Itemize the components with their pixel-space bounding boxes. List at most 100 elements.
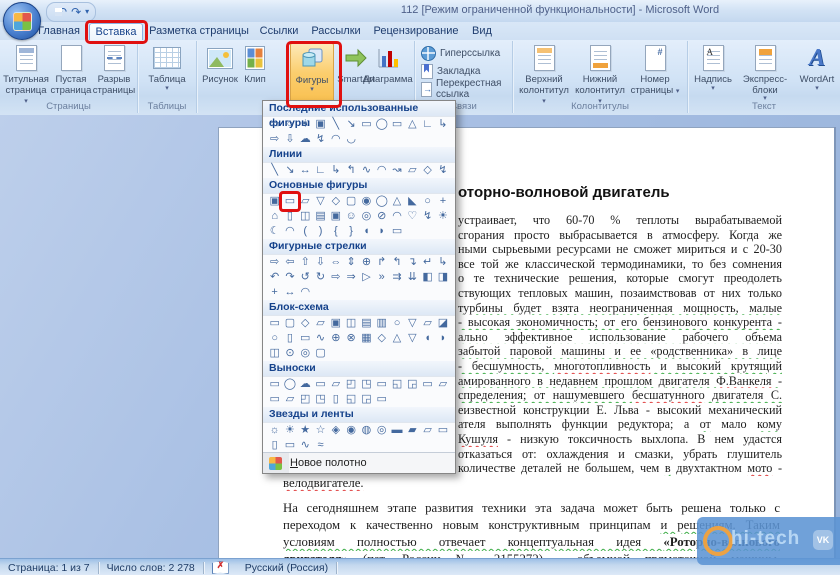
shape-icon[interactable]: ◨ bbox=[435, 270, 450, 285]
header-button[interactable]: Верхний колонтитул ▾ bbox=[517, 43, 571, 107]
shape-icon[interactable]: ▱ bbox=[420, 316, 435, 331]
shape-icon[interactable]: ▭ bbox=[313, 377, 328, 392]
shape-icon[interactable]: ↵ bbox=[420, 255, 435, 270]
shape-icon[interactable]: ╲ bbox=[328, 117, 343, 132]
shape-icon[interactable]: ☀ bbox=[435, 209, 450, 224]
shape-icon[interactable]: + bbox=[435, 194, 450, 209]
shape-icon[interactable]: ▭ bbox=[374, 377, 389, 392]
shape-icon[interactable]: ▱ bbox=[435, 377, 450, 392]
shape-icon[interactable]: ⇨ bbox=[267, 132, 282, 147]
shape-icon[interactable]: ∟ bbox=[420, 117, 435, 132]
language-status[interactable]: Русский (Россия) bbox=[237, 559, 336, 575]
shape-icon[interactable]: ▣ bbox=[328, 316, 343, 331]
chart-button[interactable]: Диаграмма bbox=[363, 43, 413, 86]
shape-icon[interactable]: ◖ bbox=[420, 331, 435, 346]
shape-icon[interactable]: ◠ bbox=[374, 163, 389, 178]
shape-icon[interactable]: ☾ bbox=[267, 224, 282, 239]
shape-icon[interactable]: ⊕ bbox=[359, 255, 374, 270]
shape-icon[interactable]: ◣ bbox=[405, 194, 420, 209]
wordart-button[interactable]: A WordArt ▾ bbox=[796, 43, 838, 92]
shape-icon[interactable]: ▽ bbox=[405, 331, 420, 346]
shape-icon[interactable]: ♡ bbox=[405, 209, 420, 224]
shape-icon[interactable]: ▷ bbox=[359, 270, 374, 285]
shape-icon[interactable]: ▽ bbox=[313, 194, 328, 209]
shape-icon[interactable]: ◎ bbox=[298, 346, 313, 361]
shape-icon[interactable]: ◎ bbox=[359, 209, 374, 224]
shape-icon[interactable]: ⇦ bbox=[282, 255, 297, 270]
shape-icon[interactable]: ◖ bbox=[359, 224, 374, 239]
shape-icon[interactable]: ◉ bbox=[359, 194, 374, 209]
shape-icon[interactable]: ↻ bbox=[313, 270, 328, 285]
shape-icon[interactable]: ⇔ bbox=[328, 255, 343, 270]
page-number-button[interactable]: Номер страницы ▾ bbox=[629, 43, 681, 96]
shape-icon[interactable]: ◫ bbox=[343, 316, 358, 331]
shape-icon[interactable]: ◎ bbox=[374, 423, 389, 438]
shape-icon[interactable]: ↺ bbox=[298, 270, 313, 285]
shape-icon[interactable]: ⊙ bbox=[282, 346, 297, 361]
shape-icon[interactable]: ◠ bbox=[389, 209, 404, 224]
tab-vid[interactable]: Вид bbox=[466, 23, 498, 40]
cross-reference-button[interactable]: Перекрестная ссылка bbox=[421, 81, 512, 97]
shape-icon[interactable]: ◯ bbox=[374, 194, 389, 209]
shape-icon[interactable]: ▭ bbox=[298, 331, 313, 346]
shape-icon[interactable]: ▥ bbox=[374, 316, 389, 331]
shape-icon[interactable]: ☀ bbox=[282, 423, 297, 438]
shape-icon[interactable]: ⇩ bbox=[282, 132, 297, 147]
shape-icon[interactable]: △ bbox=[389, 194, 404, 209]
hyperlink-button[interactable]: Гиперссылка bbox=[421, 45, 500, 61]
redo-button[interactable]: ↷ bbox=[71, 6, 81, 18]
shape-icon[interactable]: ◰ bbox=[298, 392, 313, 407]
shape-icon[interactable]: ▭ bbox=[267, 316, 282, 331]
shape-icon[interactable]: ◇ bbox=[298, 316, 313, 331]
shape-icon[interactable]: ▭ bbox=[374, 392, 389, 407]
tab-rassylki[interactable]: Рассылки bbox=[307, 23, 365, 40]
shape-icon[interactable]: ◲ bbox=[359, 392, 374, 407]
shape-icon[interactable]: » bbox=[374, 270, 389, 285]
shapes-button[interactable]: Фигуры ▾ bbox=[290, 43, 334, 103]
cover-page-button[interactable]: Титульная страница ▾ bbox=[4, 43, 48, 107]
footer-button[interactable]: Нижний колонтитул ▾ bbox=[573, 43, 627, 107]
shape-icon[interactable]: ▱ bbox=[420, 423, 435, 438]
shape-icon[interactable]: ◱ bbox=[389, 377, 404, 392]
shape-icon[interactable]: ⇉ bbox=[389, 270, 404, 285]
shape-icon[interactable]: ▭ bbox=[420, 377, 435, 392]
shape-icon[interactable]: ↳ bbox=[435, 255, 450, 270]
shape-icon[interactable]: ↔ bbox=[298, 163, 313, 178]
shape-icon[interactable]: ☁ bbox=[298, 132, 313, 147]
shape-icon[interactable]: ▱ bbox=[405, 163, 420, 178]
shape-icon[interactable]: ▭ bbox=[267, 392, 282, 407]
picture-button[interactable]: Рисунок bbox=[200, 43, 240, 86]
shape-icon[interactable]: ▢ bbox=[343, 194, 358, 209]
shape-icon[interactable]: ↘ bbox=[282, 163, 297, 178]
shape-icon[interactable]: ☺ bbox=[343, 209, 358, 224]
shape-icon[interactable]: ▭ bbox=[282, 438, 297, 453]
shape-icon[interactable]: ▱ bbox=[328, 377, 343, 392]
shape-icon[interactable]: ○ bbox=[267, 331, 282, 346]
shape-icon[interactable]: ◠ bbox=[328, 132, 343, 147]
shape-icon[interactable]: ☆ bbox=[313, 423, 328, 438]
shape-icon[interactable]: ↝ bbox=[389, 163, 404, 178]
shape-icon[interactable]: ▦ bbox=[359, 331, 374, 346]
shape-icon[interactable]: ∟ bbox=[313, 163, 328, 178]
shape-icon[interactable]: ◯ bbox=[282, 377, 297, 392]
text-box-button[interactable]: Надпись ▾ bbox=[692, 43, 734, 92]
shape-icon[interactable]: ∿ bbox=[298, 438, 313, 453]
qat-menu-button[interactable]: ▾ bbox=[85, 6, 89, 18]
shape-icon[interactable]: ( bbox=[298, 224, 313, 239]
tab-recenzirovanie[interactable]: Рецензирование bbox=[370, 23, 462, 40]
shape-icon[interactable]: ▬ bbox=[389, 423, 404, 438]
shape-icon[interactable]: ◱ bbox=[343, 392, 358, 407]
shape-icon[interactable]: ▱ bbox=[313, 316, 328, 331]
shape-icon[interactable]: ◪ bbox=[435, 316, 450, 331]
office-button[interactable] bbox=[3, 2, 41, 40]
shape-icon[interactable]: ▰ bbox=[405, 423, 420, 438]
shape-icon[interactable]: △ bbox=[389, 331, 404, 346]
new-canvas-item[interactable]: Новое полотно bbox=[263, 452, 455, 473]
shape-icon[interactable]: ◗ bbox=[435, 331, 450, 346]
page-count-status[interactable]: Страница: 1 из 7 bbox=[0, 559, 98, 575]
shape-icon[interactable]: ◠ bbox=[298, 285, 313, 300]
shape-icon[interactable]: ◳ bbox=[313, 392, 328, 407]
shape-icon[interactable]: ◧ bbox=[420, 270, 435, 285]
bookmark-button[interactable]: Закладка bbox=[421, 63, 480, 79]
page-break-button[interactable]: Разрыв страницы bbox=[93, 43, 135, 96]
